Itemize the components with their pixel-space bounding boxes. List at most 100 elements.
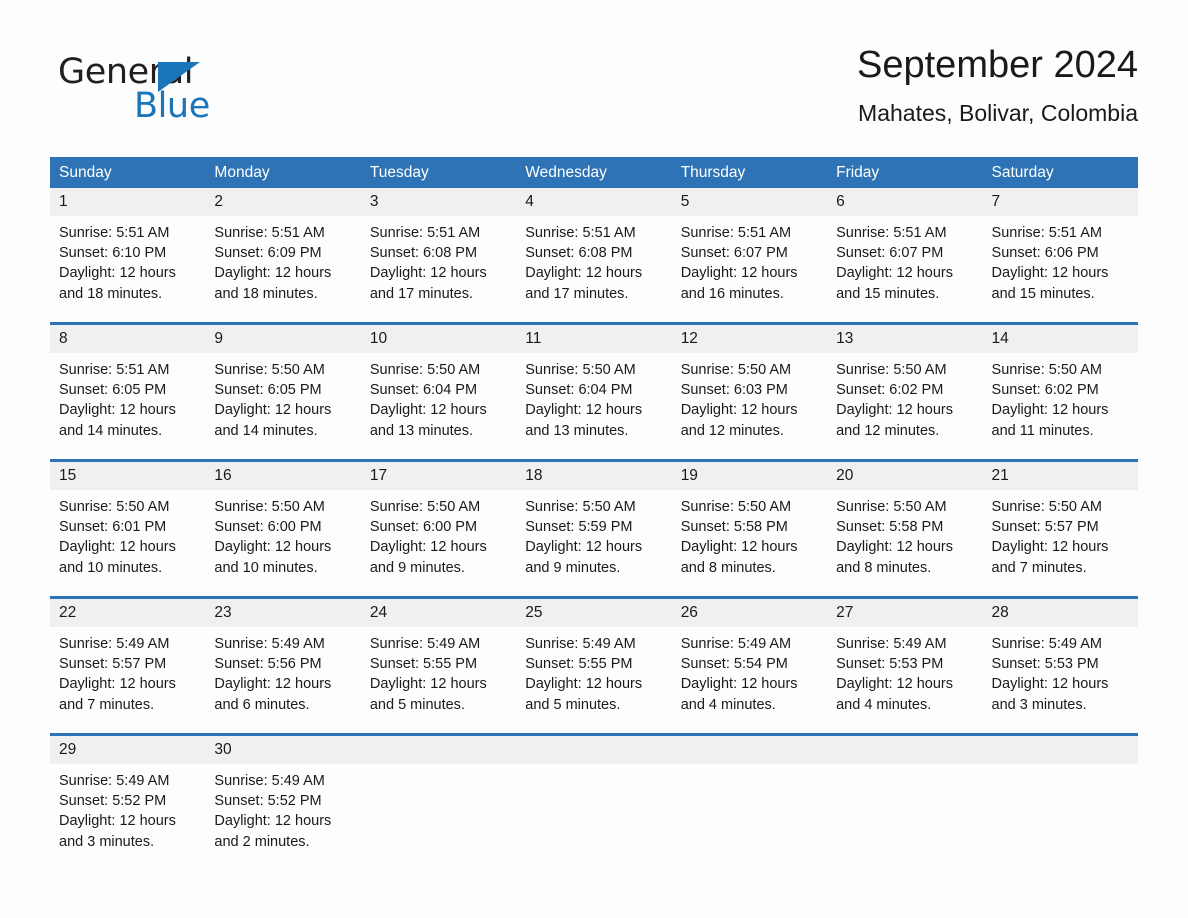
day-number[interactable]: 13 [827,325,982,353]
day-cell[interactable]: Sunrise: 5:50 AM Sunset: 5:58 PM Dayligh… [672,490,827,596]
day-cell[interactable]: Sunrise: 5:50 AM Sunset: 6:05 PM Dayligh… [205,353,360,459]
day-number-empty [361,736,516,764]
day-number[interactable]: 29 [50,736,205,764]
day-number[interactable]: 6 [827,188,982,216]
day-cell[interactable]: Sunrise: 5:50 AM Sunset: 5:58 PM Dayligh… [827,490,982,596]
day-cell[interactable]: Sunrise: 5:50 AM Sunset: 5:57 PM Dayligh… [983,490,1138,596]
day-cell[interactable]: Sunrise: 5:50 AM Sunset: 6:03 PM Dayligh… [672,353,827,459]
day-number[interactable]: 5 [672,188,827,216]
page-title: September 2024 [857,44,1138,86]
daylight-text-line1: Daylight: 12 hours [369,265,487,282]
day-cell[interactable]: Sunrise: 5:49 AM Sunset: 5:53 PM Dayligh… [827,627,982,733]
daylight-text-line2: and 12 minutes. [836,422,940,439]
day-cell[interactable]: Sunrise: 5:49 AM Sunset: 5:53 PM Dayligh… [983,627,1138,733]
day-cell[interactable]: Sunrise: 5:50 AM Sunset: 6:00 PM Dayligh… [361,490,516,596]
day-number[interactable]: 30 [205,736,360,764]
sunrise-text: Sunrise: 5:49 AM [214,636,325,652]
daylight-text-line1: Daylight: 12 hours [59,813,176,830]
day-number[interactable]: 27 [827,599,982,627]
daylight-text-line2: and 16 minutes. [680,285,784,302]
calendar-week-row: 29 30 Sunrise: 5:49 AM Sunset: 5:52 PM D… [50,733,1138,864]
day-cell[interactable]: Sunrise: 5:49 AM Sunset: 5:52 PM Dayligh… [205,764,360,864]
weekday-header-saturday: Saturday [991,164,1054,181]
daylight-text-line1: Daylight: 12 hours [214,539,332,556]
day-cell[interactable]: Sunrise: 5:50 AM Sunset: 6:04 PM Dayligh… [361,353,516,459]
sunset-text: Sunset: 6:09 PM [214,245,322,262]
day-cell[interactable]: Sunrise: 5:51 AM Sunset: 6:08 PM Dayligh… [361,216,516,322]
day-number[interactable]: 15 [50,462,205,490]
day-cell[interactable]: Sunrise: 5:51 AM Sunset: 6:09 PM Dayligh… [205,216,360,322]
sunset-text: Sunset: 6:04 PM [525,382,633,399]
day-cell[interactable]: Sunrise: 5:50 AM Sunset: 6:00 PM Dayligh… [205,490,360,596]
weekday-header-thursday: Thursday [680,164,746,181]
day-cell[interactable]: Sunrise: 5:51 AM Sunset: 6:08 PM Dayligh… [516,216,671,322]
day-cell[interactable]: Sunrise: 5:50 AM Sunset: 6:02 PM Dayligh… [983,353,1138,459]
day-cell[interactable]: Sunrise: 5:49 AM Sunset: 5:56 PM Dayligh… [205,627,360,733]
day-cell[interactable]: Sunrise: 5:50 AM Sunset: 6:02 PM Dayligh… [827,353,982,459]
day-cell[interactable]: Sunrise: 5:49 AM Sunset: 5:55 PM Dayligh… [361,627,516,733]
calendar-week-row: 1 2 3 4 5 6 7 Sunrise: 5:51 AM Sunset: 6… [50,188,1138,322]
sunrise-text: Sunrise: 5:50 AM [525,499,636,515]
day-number[interactable]: 20 [827,462,982,490]
day-number[interactable]: 14 [983,325,1138,353]
day-cell[interactable]: Sunrise: 5:51 AM Sunset: 6:05 PM Dayligh… [50,353,205,459]
weekday-header-wednesday: Wednesday [525,164,607,181]
day-cell[interactable]: Sunrise: 5:49 AM Sunset: 5:52 PM Dayligh… [50,764,205,864]
sunrise-text: Sunrise: 5:51 AM [369,225,481,241]
day-number[interactable]: 19 [672,462,827,490]
day-number[interactable]: 4 [516,188,671,216]
day-cell[interactable]: Sunrise: 5:51 AM Sunset: 6:10 PM Dayligh… [50,216,205,322]
sunset-text: Sunset: 6:05 PM [59,382,167,399]
day-number[interactable]: 8 [50,325,205,353]
daylight-text-line2: and 13 minutes. [369,422,474,439]
logo-text-blue: Blue [134,86,210,126]
day-number[interactable]: 9 [205,325,360,353]
day-number[interactable]: 12 [672,325,827,353]
day-cell[interactable]: Sunrise: 5:51 AM Sunset: 6:06 PM Dayligh… [983,216,1138,322]
day-cell[interactable]: Sunrise: 5:50 AM Sunset: 6:04 PM Dayligh… [516,353,671,459]
sunset-text: Sunset: 5:53 PM [991,656,1099,673]
day-cell[interactable]: Sunrise: 5:49 AM Sunset: 5:57 PM Dayligh… [50,627,205,733]
daylight-text-line1: Daylight: 12 hours [369,676,487,693]
day-cell[interactable]: Sunrise: 5:49 AM Sunset: 5:54 PM Dayligh… [672,627,827,733]
day-number[interactable]: 10 [361,325,516,353]
daylight-text-line1: Daylight: 12 hours [680,265,798,282]
daylight-text-line1: Daylight: 12 hours [991,539,1109,556]
calendar-page: General Blue September 2024 Mahates, Bol… [0,0,1188,918]
daylight-text-line2: and 14 minutes. [59,422,163,439]
sunrise-text: Sunrise: 5:49 AM [214,773,325,789]
day-cell[interactable]: Sunrise: 5:50 AM Sunset: 5:59 PM Dayligh… [516,490,671,596]
day-number[interactable]: 25 [516,599,671,627]
day-number[interactable]: 11 [516,325,671,353]
sunrise-text: Sunrise: 5:50 AM [525,362,636,378]
day-cell[interactable]: Sunrise: 5:51 AM Sunset: 6:07 PM Dayligh… [827,216,982,322]
day-number[interactable]: 26 [672,599,827,627]
day-number[interactable]: 1 [50,188,205,216]
day-number[interactable]: 23 [205,599,360,627]
day-number[interactable]: 21 [983,462,1138,490]
daylight-text-line2: and 9 minutes. [525,559,621,576]
day-cell[interactable]: Sunrise: 5:51 AM Sunset: 6:07 PM Dayligh… [672,216,827,322]
day-number[interactable]: 28 [983,599,1138,627]
day-number[interactable]: 7 [983,188,1138,216]
daylight-text-line1: Daylight: 12 hours [525,676,643,693]
day-number[interactable]: 3 [361,188,516,216]
day-number-band: 8 9 10 11 12 13 14 [50,325,1138,353]
sunset-text: Sunset: 5:58 PM [836,519,944,536]
day-cell[interactable]: Sunrise: 5:49 AM Sunset: 5:55 PM Dayligh… [516,627,671,733]
sunset-text: Sunset: 6:04 PM [369,382,478,399]
page-header: General Blue September 2024 Mahates, Bol… [50,44,1138,144]
day-cell[interactable]: Sunrise: 5:50 AM Sunset: 6:01 PM Dayligh… [50,490,205,596]
sunrise-text: Sunrise: 5:49 AM [680,636,792,652]
day-number[interactable]: 16 [205,462,360,490]
day-number[interactable]: 2 [205,188,360,216]
sunrise-text: Sunrise: 5:51 AM [680,225,792,241]
sunset-text: Sunset: 6:00 PM [214,519,322,536]
day-number[interactable]: 22 [50,599,205,627]
day-number[interactable]: 24 [361,599,516,627]
sunrise-text: Sunrise: 5:49 AM [525,636,636,652]
daylight-text-line2: and 14 minutes. [214,422,318,439]
generalblue-logo[interactable]: General Blue [58,52,258,132]
day-number[interactable]: 18 [516,462,671,490]
day-number[interactable]: 17 [361,462,516,490]
